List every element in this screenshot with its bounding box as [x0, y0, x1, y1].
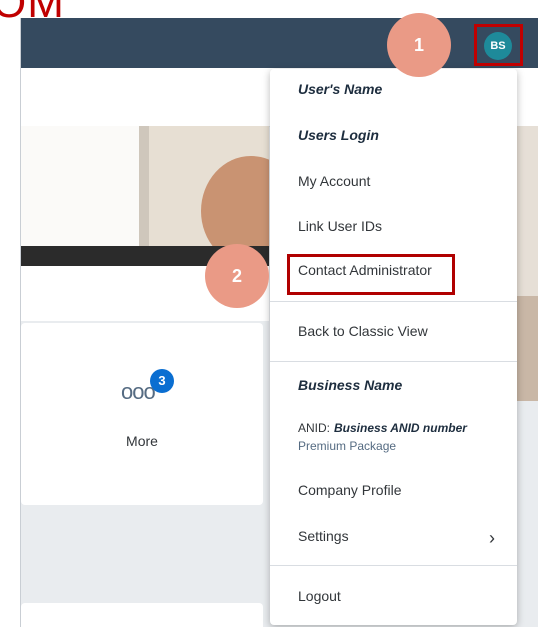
- more-tile[interactable]: ooo 3 More: [21, 323, 263, 505]
- menu-divider: [270, 361, 517, 362]
- my-account-item[interactable]: My Account: [270, 173, 517, 189]
- user-menu: User's Name Users Login My Account Link …: [270, 69, 517, 625]
- step-marker-2: 2: [205, 244, 269, 308]
- business-name: Business Name: [298, 377, 403, 393]
- step-marker-1: 1: [387, 13, 451, 77]
- package-label: Premium Package: [298, 439, 397, 453]
- logout-item[interactable]: Logout: [270, 588, 517, 604]
- shell-header: [21, 18, 538, 68]
- link-user-ids-item[interactable]: Link User IDs: [270, 218, 517, 234]
- user-name: User's Name: [298, 81, 383, 97]
- menu-divider: [270, 301, 517, 302]
- avatar[interactable]: BS: [484, 32, 512, 60]
- more-label: More: [126, 433, 158, 449]
- anid-label: ANID:: [298, 421, 331, 435]
- hero-window: [21, 126, 141, 266]
- settings-item[interactable]: Settings ›: [270, 528, 517, 548]
- classic-view-item[interactable]: Back to Classic View: [270, 323, 517, 339]
- anid-value: Business ANID number: [334, 421, 467, 435]
- contact-admin-highlight: [287, 254, 455, 295]
- chevron-right-icon: ›: [489, 528, 495, 548]
- anid-row: ANID: Business ANID number: [270, 419, 517, 435]
- notification-badge: 3: [150, 369, 174, 393]
- menu-divider: [270, 565, 517, 566]
- company-profile-item[interactable]: Company Profile: [270, 482, 517, 498]
- lower-card: [21, 603, 263, 627]
- user-login: Users Login: [298, 127, 379, 143]
- settings-label: Settings: [298, 528, 349, 544]
- hero-post: [139, 126, 149, 266]
